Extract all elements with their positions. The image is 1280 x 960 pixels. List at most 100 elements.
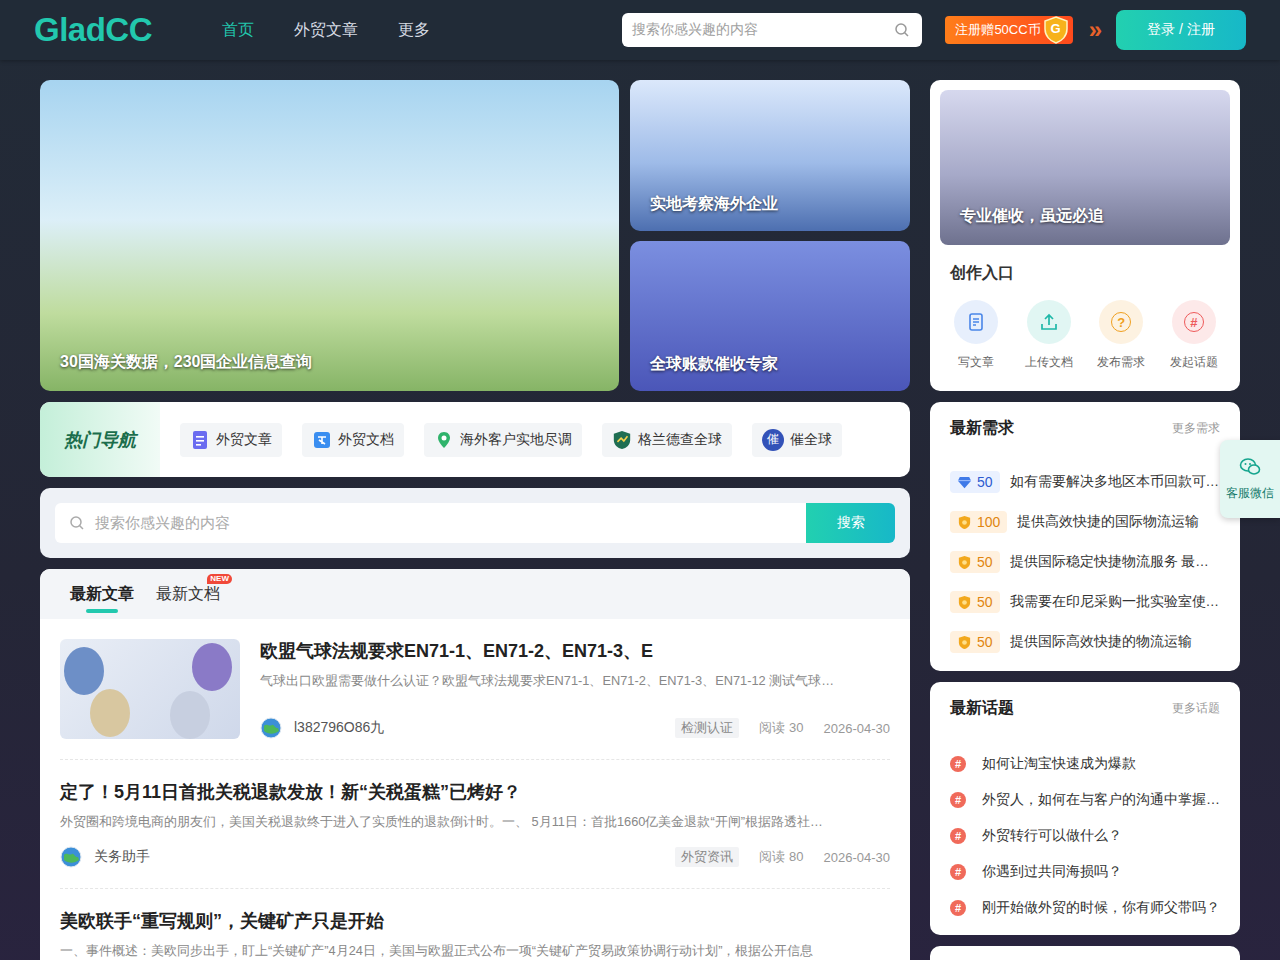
hot-nav-item[interactable]: 海外客户实地尽调	[424, 423, 582, 457]
upload-icon	[1039, 312, 1059, 332]
login-button[interactable]: 登录 / 注册	[1116, 10, 1246, 50]
article-body: 美欧联手“重写规则”，关键矿产只是开始一、事件概述：美欧同步出手，盯上“关键矿产…	[60, 909, 890, 960]
article-thumbnail[interactable]	[60, 639, 240, 739]
main-banner[interactable]: 30国海关数据，230国企业信息查询	[40, 80, 619, 391]
search-placeholder: 搜索你感兴趣的内容	[95, 514, 230, 533]
need-row[interactable]: 50提供国际稳定快捷物流服务 最…	[950, 542, 1220, 582]
banner-caption: 全球账款催收专家	[650, 354, 778, 375]
needs-card: 最新需求更多需求50如有需要解决多地区本币回款可…100提供高效快捷的国际物流运…	[930, 402, 1240, 671]
nav-item[interactable]: 更多	[398, 20, 430, 41]
search-card: 搜索你感兴趣的内容 搜索	[40, 488, 910, 558]
article-tag[interactable]: 外贸资讯	[675, 847, 739, 867]
create-title: 创作入口	[950, 263, 1220, 284]
more-needs-link[interactable]: 更多需求	[1172, 420, 1220, 437]
create-label: 写文章	[958, 354, 994, 371]
create-label: 发起话题	[1170, 354, 1218, 371]
article-title[interactable]: 欧盟气球法规要求EN71-1、EN71-2、EN71-3、E	[260, 639, 890, 663]
article-title[interactable]: 美欧联手“重写规则”，关键矿产只是开始	[60, 909, 890, 933]
side-banner[interactable]: 实地考察海外企业	[630, 80, 910, 231]
article-author[interactable]: l382796O86九	[294, 719, 384, 737]
logo[interactable]: GladCC	[34, 11, 152, 49]
hot-nav-item[interactable]: 外贸文章	[180, 423, 282, 457]
article-date: 2026-04-30	[824, 850, 891, 865]
hot-nav-item[interactable]: 外贸文档	[302, 423, 404, 457]
article-reads: 阅读 30	[759, 719, 803, 737]
hot-nav: 热门导航外贸文章外贸文档海外客户实地尽调格兰德查全球催催全球	[40, 402, 910, 477]
banner-caption: 30国海关数据，230国企业信息查询	[60, 352, 313, 373]
right-column: 专业催收，虽远必追创作入口写文章上传文档?发布需求#发起话题最新需求更多需求50…	[930, 80, 1240, 960]
article-row[interactable]: 定了！5月11日首批关税退款发放！新“关税蛋糕”已烤好？ 外贸圈和跨境电商的朋友们…	[60, 760, 890, 889]
main-content: 30国海关数据，230国企业信息查询 实地考察海外企业全球账款催收专家热门导航外贸…	[40, 80, 1240, 960]
create-icon: ?	[1099, 300, 1143, 344]
article-row[interactable]: 欧盟气球法规要求EN71-1、EN71-2、EN71-3、E 气球出口欧盟需要做什…	[60, 619, 890, 760]
page: GladCC首页外贸文章更多搜索你感兴趣的内容注册赠50CC币G»登录 / 注册…	[0, 0, 1280, 960]
topic-row[interactable]: #刚开始做外贸的时候，你有师父带吗？	[950, 890, 1220, 926]
shield-icon	[612, 430, 632, 450]
tab[interactable]: 最新文章	[70, 580, 134, 609]
need-text: 如有需要解决多地区本币回款可…	[1010, 473, 1220, 491]
collection-banner[interactable]: 专业催收，虽远必追	[940, 90, 1230, 245]
hot-nav-item[interactable]: 催催全球	[752, 423, 842, 457]
article-title[interactable]: 定了！5月11日首批关税退款发放！新“关税蛋糕”已烤好？	[60, 780, 890, 804]
search-button[interactable]: 搜索	[806, 503, 895, 543]
main-nav: 首页 外贸文章 更多	[222, 20, 430, 41]
article-summary: 气球出口欧盟需要做什么认证？欧盟气球法规要求EN71-1、EN71-2、EN71…	[260, 671, 890, 691]
create-label: 发布需求	[1097, 354, 1145, 371]
next-card	[930, 946, 1240, 960]
top-bar: GladCC 首页 外贸文章 更多 搜索你感兴趣的内容注册赠50CC币G » 登录 / 注册	[0, 0, 1280, 60]
register-promo[interactable]: 注册赠50CC币G	[945, 16, 1072, 44]
header-search[interactable]: 搜索你感兴趣的内容	[622, 13, 922, 47]
promo-text: 注册赠50CC币	[955, 21, 1040, 39]
topic-row[interactable]: #你遇到过共同海损吗？	[950, 854, 1220, 890]
needs-title: 最新需求	[950, 418, 1014, 439]
side-banner[interactable]: 全球账款催收专家	[630, 241, 910, 392]
article-summary: 外贸圈和跨境电商的朋友们，美国关税退款终于进入了实质性的退款倒计时。一、 5月1…	[60, 812, 890, 832]
hash-icon: #	[950, 756, 966, 772]
needs-header: 最新需求 更多需求	[950, 416, 1220, 440]
need-row[interactable]: 50如有需要解决多地区本币回款可…	[950, 462, 1220, 502]
topic-row[interactable]: #如何让淘宝快速成为爆款	[950, 746, 1220, 782]
need-row[interactable]: 50提供国际高效快捷的物流运输	[950, 622, 1220, 662]
topic-text: 刚开始做外贸的时候，你有师父带吗？	[982, 899, 1220, 917]
article-tabs: 最新文章 最新文档 NEW	[40, 569, 910, 619]
coin-shield-icon	[957, 635, 972, 650]
tab[interactable]: 最新文档 NEW	[156, 580, 220, 609]
need-text: 提供高效快捷的国际物流运输	[1017, 513, 1199, 531]
article-tag[interactable]: 检测认证	[675, 718, 739, 738]
topic-text: 外贸转行可以做什么？	[982, 827, 1122, 845]
topics-title: 最新话题	[950, 698, 1014, 719]
topic-row[interactable]: #外贸人，如何在与客户的沟通中掌握…	[950, 782, 1220, 818]
service-wechat-button[interactable]: 客服微信	[1220, 440, 1280, 518]
avatar-globe-icon[interactable]	[60, 846, 82, 868]
article-row[interactable]: 美欧联手“重写规则”，关键矿产只是开始一、事件概述：美欧同步出手，盯上“关键矿产…	[60, 889, 890, 960]
hot-nav-item[interactable]: 格兰德查全球	[602, 423, 732, 457]
nav-item[interactable]: 外贸文章	[294, 20, 358, 41]
more-topics-link[interactable]: 更多话题	[1172, 700, 1220, 717]
avatar-globe-icon[interactable]	[260, 717, 282, 739]
need-text: 我需要在印尼采购一批实验室使…	[1010, 593, 1220, 611]
topic-row[interactable]: #外贸转行可以做什么？	[950, 818, 1220, 854]
articles-card: 最新文章 最新文档 NEW欧盟气球法规要求EN71-1、EN71-2、EN71-…	[40, 569, 910, 960]
coin-shield-icon	[957, 515, 972, 530]
create-item[interactable]: 写文章	[940, 300, 1013, 371]
article-author[interactable]: 关务助手	[94, 848, 150, 866]
tab-underline	[86, 609, 118, 613]
create-item[interactable]: ? 发布需求	[1085, 300, 1158, 371]
search-field[interactable]: 搜索你感兴趣的内容	[55, 503, 806, 543]
points-badge: 100	[950, 511, 1007, 533]
service-label: 客服微信	[1226, 485, 1274, 502]
nav-item[interactable]: 首页	[222, 20, 254, 41]
create-item[interactable]: 上传文档	[1013, 300, 1086, 371]
create-icon	[954, 300, 998, 344]
arrows-icon: »	[1089, 16, 1102, 44]
article-meta: l382796O86九检测认证阅读 302026-04-30	[260, 717, 890, 739]
article-reads: 阅读 80	[759, 848, 803, 866]
search-icon[interactable]	[894, 22, 910, 38]
coin-shield-icon	[957, 555, 972, 570]
create-item[interactable]: #发起话题	[1158, 300, 1231, 371]
points-badge: 50	[950, 551, 1000, 573]
need-row[interactable]: 50我需要在印尼采购一批实验室使…	[950, 582, 1220, 622]
article-summary: 一、事件概述：美欧同步出手，盯上“关键矿产”4月24日，美国与欧盟正式公布一项“…	[60, 941, 890, 960]
needs-list: 50如有需要解决多地区本币回款可…100提供高效快捷的国际物流运输50提供国际稳…	[950, 462, 1220, 662]
need-row[interactable]: 100 提供高效快捷的国际物流运输	[950, 502, 1220, 542]
